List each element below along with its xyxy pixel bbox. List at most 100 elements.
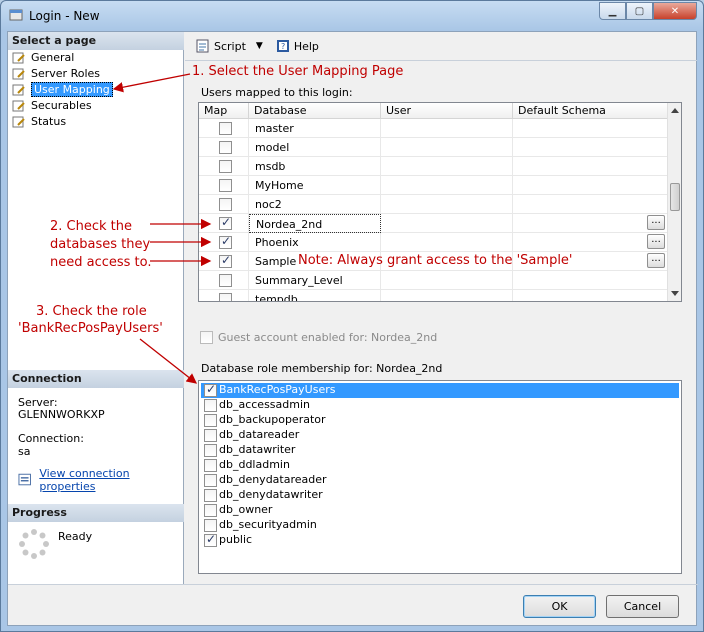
page-item-general[interactable]: General bbox=[12, 50, 74, 65]
user-cell[interactable] bbox=[381, 271, 513, 290]
role-membership-list[interactable]: BankRecPosPayUsers db_accessadmin db_backu… bbox=[198, 380, 682, 574]
role-checkbox[interactable] bbox=[204, 459, 217, 472]
user-cell[interactable] bbox=[381, 214, 513, 233]
role-name: BankRecPosPayUsers bbox=[219, 383, 336, 396]
user-cell[interactable] bbox=[381, 138, 513, 157]
user-cell[interactable] bbox=[381, 157, 513, 176]
browse-schema-button[interactable]: ... bbox=[647, 234, 665, 249]
default-schema-cell[interactable] bbox=[513, 290, 669, 301]
role-checkbox[interactable] bbox=[204, 429, 217, 442]
annotation-step2-line2: databases they bbox=[50, 237, 151, 252]
default-schema-cell[interactable] bbox=[513, 176, 669, 195]
role-checkbox[interactable] bbox=[204, 399, 217, 412]
map-checkbox[interactable] bbox=[219, 234, 232, 249]
browse-schema-button[interactable]: ... bbox=[647, 253, 665, 268]
default-schema-cell[interactable]: ... bbox=[513, 214, 669, 233]
bottom-separator bbox=[8, 584, 698, 585]
table-row[interactable]: msdb bbox=[199, 157, 669, 176]
table-row[interactable]: MyHome bbox=[199, 176, 669, 195]
user-cell[interactable] bbox=[381, 119, 513, 138]
cancel-button[interactable]: Cancel bbox=[606, 595, 679, 618]
user-cell[interactable] bbox=[381, 195, 513, 214]
default-schema-cell[interactable] bbox=[513, 157, 669, 176]
default-schema-cell[interactable] bbox=[513, 138, 669, 157]
role-item[interactable]: public bbox=[201, 532, 679, 548]
role-item[interactable]: db_datareader bbox=[201, 428, 679, 443]
role-item[interactable]: db_datawriter bbox=[201, 443, 679, 458]
page-item-securables[interactable]: Securables bbox=[12, 98, 92, 113]
map-checkbox[interactable] bbox=[219, 179, 232, 192]
guest-checkbox-box[interactable] bbox=[200, 331, 213, 344]
role-item[interactable]: BankRecPosPayUsers bbox=[201, 382, 679, 398]
map-cell bbox=[199, 252, 249, 271]
ok-button[interactable]: OK bbox=[523, 595, 596, 618]
close-button[interactable]: ✕ bbox=[653, 2, 697, 20]
role-item[interactable]: db_denydatareader bbox=[201, 473, 679, 488]
help-button[interactable]: ? Help bbox=[275, 38, 319, 54]
table-row[interactable]: Nordea_2nd... bbox=[199, 214, 669, 233]
maximize-button[interactable]: ▢ bbox=[626, 2, 653, 20]
table-row[interactable]: master bbox=[199, 119, 669, 138]
default-schema-cell[interactable] bbox=[513, 271, 669, 290]
database-name: model bbox=[255, 141, 290, 154]
role-checkbox[interactable] bbox=[204, 489, 217, 502]
default-schema-cell[interactable] bbox=[513, 119, 669, 138]
minimize-button[interactable]: ▁ bbox=[599, 2, 626, 20]
column-header-database[interactable]: Database bbox=[249, 103, 381, 119]
table-row[interactable]: model bbox=[199, 138, 669, 157]
table-row[interactable]: Phoenix... bbox=[199, 233, 669, 252]
title-bar[interactable]: Login - New ▁ ▢ ✕ bbox=[1, 1, 703, 31]
scroll-down-icon[interactable] bbox=[671, 291, 679, 296]
role-checkbox[interactable] bbox=[204, 382, 217, 397]
user-cell[interactable] bbox=[381, 290, 513, 301]
role-checkbox[interactable] bbox=[204, 414, 217, 427]
role-item[interactable]: db_backupoperator bbox=[201, 413, 679, 428]
map-checkbox[interactable] bbox=[219, 253, 232, 268]
column-header-map[interactable]: Map bbox=[199, 103, 249, 119]
grid-vertical-scrollbar[interactable] bbox=[667, 103, 681, 301]
page-item-status[interactable]: Status bbox=[12, 114, 66, 129]
database-cell: msdb bbox=[249, 157, 381, 176]
map-checkbox[interactable] bbox=[219, 141, 232, 154]
scroll-thumb[interactable] bbox=[670, 183, 680, 211]
scroll-up-icon[interactable] bbox=[671, 108, 679, 113]
user-cell[interactable] bbox=[381, 233, 513, 252]
table-row[interactable]: Summary_Level bbox=[199, 271, 669, 290]
page-item-user-mapping[interactable]: User Mapping bbox=[12, 82, 113, 97]
map-checkbox[interactable] bbox=[219, 215, 232, 230]
browse-schema-button[interactable]: ... bbox=[647, 215, 665, 230]
table-row[interactable]: noc2 bbox=[199, 195, 669, 214]
role-checkbox[interactable] bbox=[204, 532, 217, 547]
chevron-down-icon[interactable]: ▼ bbox=[256, 41, 263, 51]
role-checkbox[interactable] bbox=[204, 504, 217, 517]
role-item[interactable]: db_denydatawriter bbox=[201, 488, 679, 503]
map-checkbox[interactable] bbox=[219, 293, 232, 301]
script-button[interactable]: Script ▼ bbox=[195, 38, 263, 54]
map-checkbox[interactable] bbox=[219, 198, 232, 211]
toolbar-separator bbox=[185, 60, 697, 61]
map-cell bbox=[199, 233, 249, 252]
column-header-user[interactable]: User bbox=[381, 103, 513, 119]
role-item[interactable]: db_owner bbox=[201, 503, 679, 518]
minimize-icon: ▁ bbox=[608, 5, 617, 17]
role-name: db_datareader bbox=[219, 428, 300, 441]
role-item[interactable]: db_ddladmin bbox=[201, 458, 679, 473]
role-checkbox[interactable] bbox=[204, 474, 217, 487]
role-item[interactable]: db_accessadmin bbox=[201, 398, 679, 413]
page-item-server-roles[interactable]: Server Roles bbox=[12, 66, 100, 81]
user-cell[interactable] bbox=[381, 176, 513, 195]
role-checkbox[interactable] bbox=[204, 444, 217, 457]
role-item[interactable]: db_securityadmin bbox=[201, 518, 679, 533]
table-row[interactable]: tempdb bbox=[199, 290, 669, 301]
column-header-default-schema[interactable]: Default Schema bbox=[513, 103, 669, 119]
view-connection-link[interactable]: View connection properties bbox=[39, 467, 183, 493]
map-checkbox[interactable] bbox=[219, 122, 232, 135]
role-checkbox[interactable] bbox=[204, 519, 217, 532]
guest-account-checkbox[interactable]: Guest account enabled for: Nordea_2nd bbox=[200, 331, 437, 344]
user-mapping-grid[interactable]: Map Database User Default Schema master m… bbox=[198, 102, 682, 302]
default-schema-cell[interactable]: ... bbox=[513, 233, 669, 252]
default-schema-cell[interactable] bbox=[513, 195, 669, 214]
map-checkbox[interactable] bbox=[219, 274, 232, 287]
view-connection-properties[interactable]: View connection properties bbox=[18, 467, 183, 493]
map-checkbox[interactable] bbox=[219, 160, 232, 173]
